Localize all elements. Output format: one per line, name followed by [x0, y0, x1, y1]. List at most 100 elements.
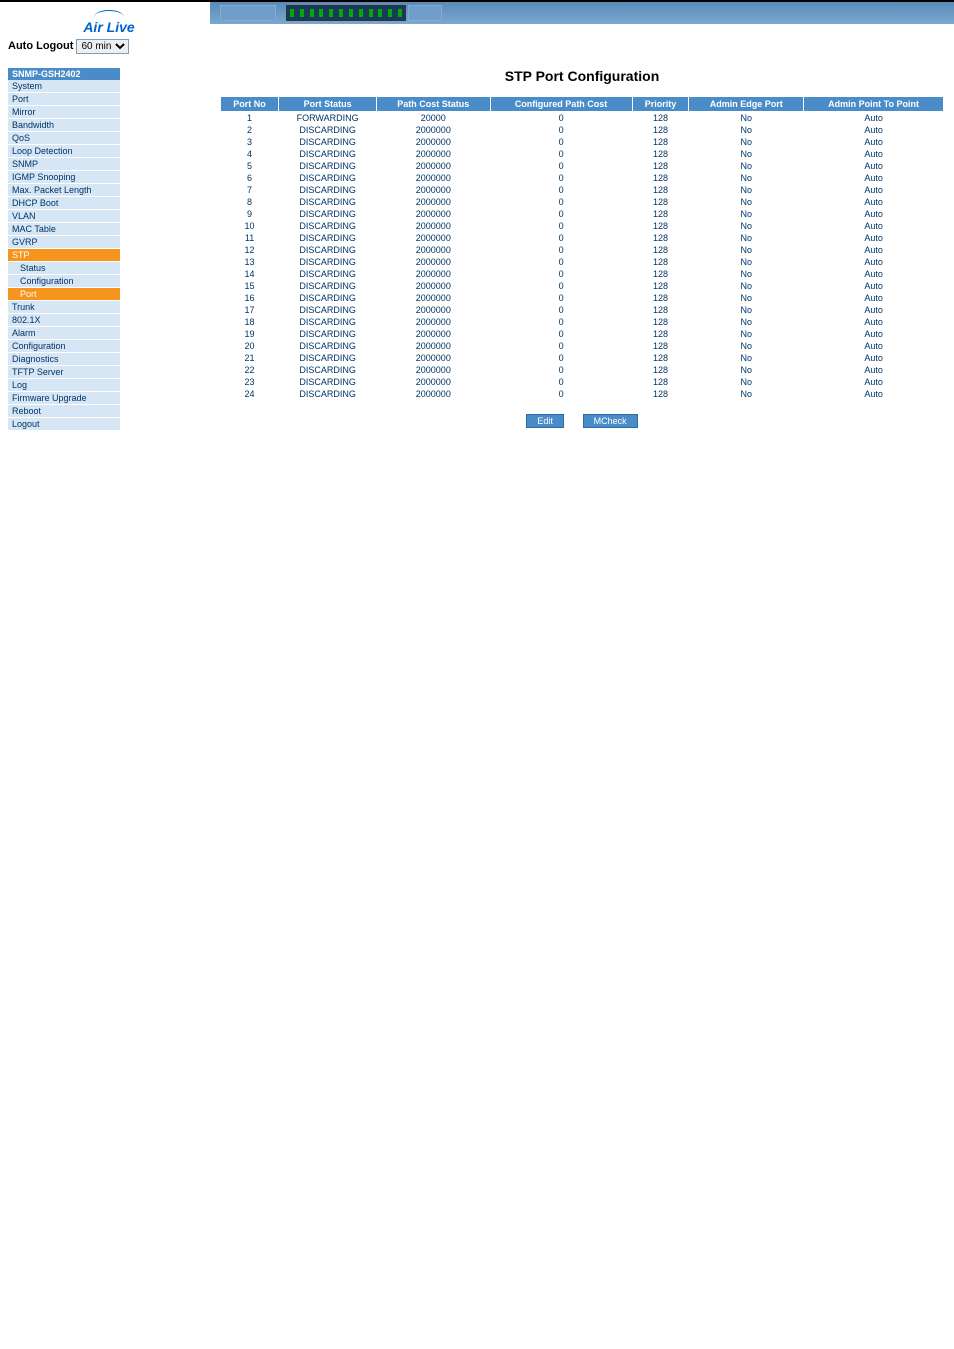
table-row[interactable]: 9DISCARDING20000000128NoAuto	[221, 208, 944, 220]
cell-path-cost-status: 2000000	[377, 244, 490, 256]
table-row[interactable]: 11DISCARDING20000000128NoAuto	[221, 232, 944, 244]
cell-priority: 128	[632, 184, 689, 196]
nav-item-mirror[interactable]: Mirror	[8, 106, 120, 119]
table-row[interactable]: 14DISCARDING20000000128NoAuto	[221, 268, 944, 280]
nav-item-alarm[interactable]: Alarm	[8, 327, 120, 340]
table-row[interactable]: 12DISCARDING20000000128NoAuto	[221, 244, 944, 256]
cell-admin-edge-port: No	[689, 172, 804, 184]
cell-admin-p2p: Auto	[804, 364, 944, 376]
cell-priority: 128	[632, 124, 689, 136]
nav-item-qos[interactable]: QoS	[8, 132, 120, 145]
cell-admin-p2p: Auto	[804, 304, 944, 316]
cell-admin-edge-port: No	[689, 184, 804, 196]
table-row[interactable]: 20DISCARDING20000000128NoAuto	[221, 340, 944, 352]
nav-item-trunk[interactable]: Trunk	[8, 301, 120, 314]
table-row[interactable]: 10DISCARDING20000000128NoAuto	[221, 220, 944, 232]
cell-port-no: 22	[221, 364, 279, 376]
cell-port-status: DISCARDING	[279, 304, 377, 316]
nav-item-configuration[interactable]: Configuration	[8, 340, 120, 353]
cell-priority: 128	[632, 220, 689, 232]
cell-admin-p2p: Auto	[804, 280, 944, 292]
cell-port-status: DISCARDING	[279, 208, 377, 220]
nav-item-802-1x[interactable]: 802.1X	[8, 314, 120, 327]
table-row[interactable]: 17DISCARDING20000000128NoAuto	[221, 304, 944, 316]
cell-admin-edge-port: No	[689, 160, 804, 172]
nav-item-port[interactable]: Port	[8, 93, 120, 106]
nav-item-tftp-server[interactable]: TFTP Server	[8, 366, 120, 379]
cell-priority: 128	[632, 280, 689, 292]
nav-item-reboot[interactable]: Reboot	[8, 405, 120, 418]
table-row[interactable]: 2DISCARDING20000000128NoAuto	[221, 124, 944, 136]
table-row[interactable]: 7DISCARDING20000000128NoAuto	[221, 184, 944, 196]
cell-port-no: 9	[221, 208, 279, 220]
nav-item-loop-detection[interactable]: Loop Detection	[8, 145, 120, 158]
cell-admin-edge-port: No	[689, 124, 804, 136]
nav-item-bandwidth[interactable]: Bandwidth	[8, 119, 120, 132]
auto-logout-select[interactable]: 60 min	[76, 39, 129, 54]
table-row[interactable]: 18DISCARDING20000000128NoAuto	[221, 316, 944, 328]
cell-port-status: DISCARDING	[279, 328, 377, 340]
table-row[interactable]: 23DISCARDING20000000128NoAuto	[221, 376, 944, 388]
table-row[interactable]: 3DISCARDING20000000128NoAuto	[221, 136, 944, 148]
cell-configured-path-cost: 0	[490, 364, 632, 376]
table-row[interactable]: 13DISCARDING20000000128NoAuto	[221, 256, 944, 268]
cell-admin-p2p: Auto	[804, 352, 944, 364]
nav-item-port[interactable]: Port	[8, 288, 120, 301]
nav-item-mac-table[interactable]: MAC Table	[8, 223, 120, 236]
nav-item-firmware-upgrade[interactable]: Firmware Upgrade	[8, 392, 120, 405]
table-row[interactable]: 6DISCARDING20000000128NoAuto	[221, 172, 944, 184]
cell-admin-p2p: Auto	[804, 148, 944, 160]
nav-item-configuration[interactable]: Configuration	[8, 275, 120, 288]
nav-item-stp[interactable]: STP	[8, 249, 120, 262]
table-row[interactable]: 8DISCARDING20000000128NoAuto	[221, 196, 944, 208]
cell-path-cost-status: 2000000	[377, 160, 490, 172]
table-row[interactable]: 22DISCARDING20000000128NoAuto	[221, 364, 944, 376]
table-row[interactable]: 15DISCARDING20000000128NoAuto	[221, 280, 944, 292]
nav-item-max-packet-length[interactable]: Max. Packet Length	[8, 184, 120, 197]
table-row[interactable]: 5DISCARDING20000000128NoAuto	[221, 160, 944, 172]
table-row[interactable]: 16DISCARDING20000000128NoAuto	[221, 292, 944, 304]
nav-item-vlan[interactable]: VLAN	[8, 210, 120, 223]
cell-port-status: DISCARDING	[279, 376, 377, 388]
table-row[interactable]: 1FORWARDING200000128NoAuto	[221, 112, 944, 125]
cell-admin-edge-port: No	[689, 352, 804, 364]
nav-item-logout[interactable]: Logout	[8, 418, 120, 431]
nav-item-log[interactable]: Log	[8, 379, 120, 392]
cell-port-no: 2	[221, 124, 279, 136]
cell-priority: 128	[632, 160, 689, 172]
table-row[interactable]: 24DISCARDING20000000128NoAuto	[221, 388, 944, 400]
nav-item-gvrp[interactable]: GVRP	[8, 236, 120, 249]
cell-priority: 128	[632, 208, 689, 220]
right-panel: STP Port Configuration Port NoPort Statu…	[210, 2, 954, 452]
cell-admin-p2p: Auto	[804, 136, 944, 148]
edit-button[interactable]: Edit	[526, 414, 564, 428]
table-row[interactable]: 4DISCARDING20000000128NoAuto	[221, 148, 944, 160]
cell-admin-p2p: Auto	[804, 160, 944, 172]
cell-configured-path-cost: 0	[490, 220, 632, 232]
cell-admin-edge-port: No	[689, 196, 804, 208]
cell-port-status: DISCARDING	[279, 172, 377, 184]
nav-item-diagnostics[interactable]: Diagnostics	[8, 353, 120, 366]
table-row[interactable]: 19DISCARDING20000000128NoAuto	[221, 328, 944, 340]
nav-item-status[interactable]: Status	[8, 262, 120, 275]
cell-priority: 128	[632, 304, 689, 316]
table-row[interactable]: 21DISCARDING20000000128NoAuto	[221, 352, 944, 364]
cell-port-status: DISCARDING	[279, 184, 377, 196]
cell-port-no: 13	[221, 256, 279, 268]
cell-admin-p2p: Auto	[804, 232, 944, 244]
cell-port-no: 7	[221, 184, 279, 196]
cell-path-cost-status: 2000000	[377, 232, 490, 244]
nav-item-snmp[interactable]: SNMP	[8, 158, 120, 171]
nav-item-igmp-snooping[interactable]: IGMP Snooping	[8, 171, 120, 184]
cell-admin-edge-port: No	[689, 232, 804, 244]
cell-port-no: 24	[221, 388, 279, 400]
nav-item-system[interactable]: System	[8, 80, 120, 93]
nav-item-dhcp-boot[interactable]: DHCP Boot	[8, 197, 120, 210]
cell-priority: 128	[632, 364, 689, 376]
mcheck-button[interactable]: MCheck	[583, 414, 638, 428]
auto-logout-label: Auto Logout	[8, 40, 73, 52]
cell-path-cost-status: 2000000	[377, 148, 490, 160]
col-header: Configured Path Cost	[490, 97, 632, 112]
cell-admin-p2p: Auto	[804, 328, 944, 340]
auto-logout: Auto Logout 60 min	[8, 37, 210, 68]
